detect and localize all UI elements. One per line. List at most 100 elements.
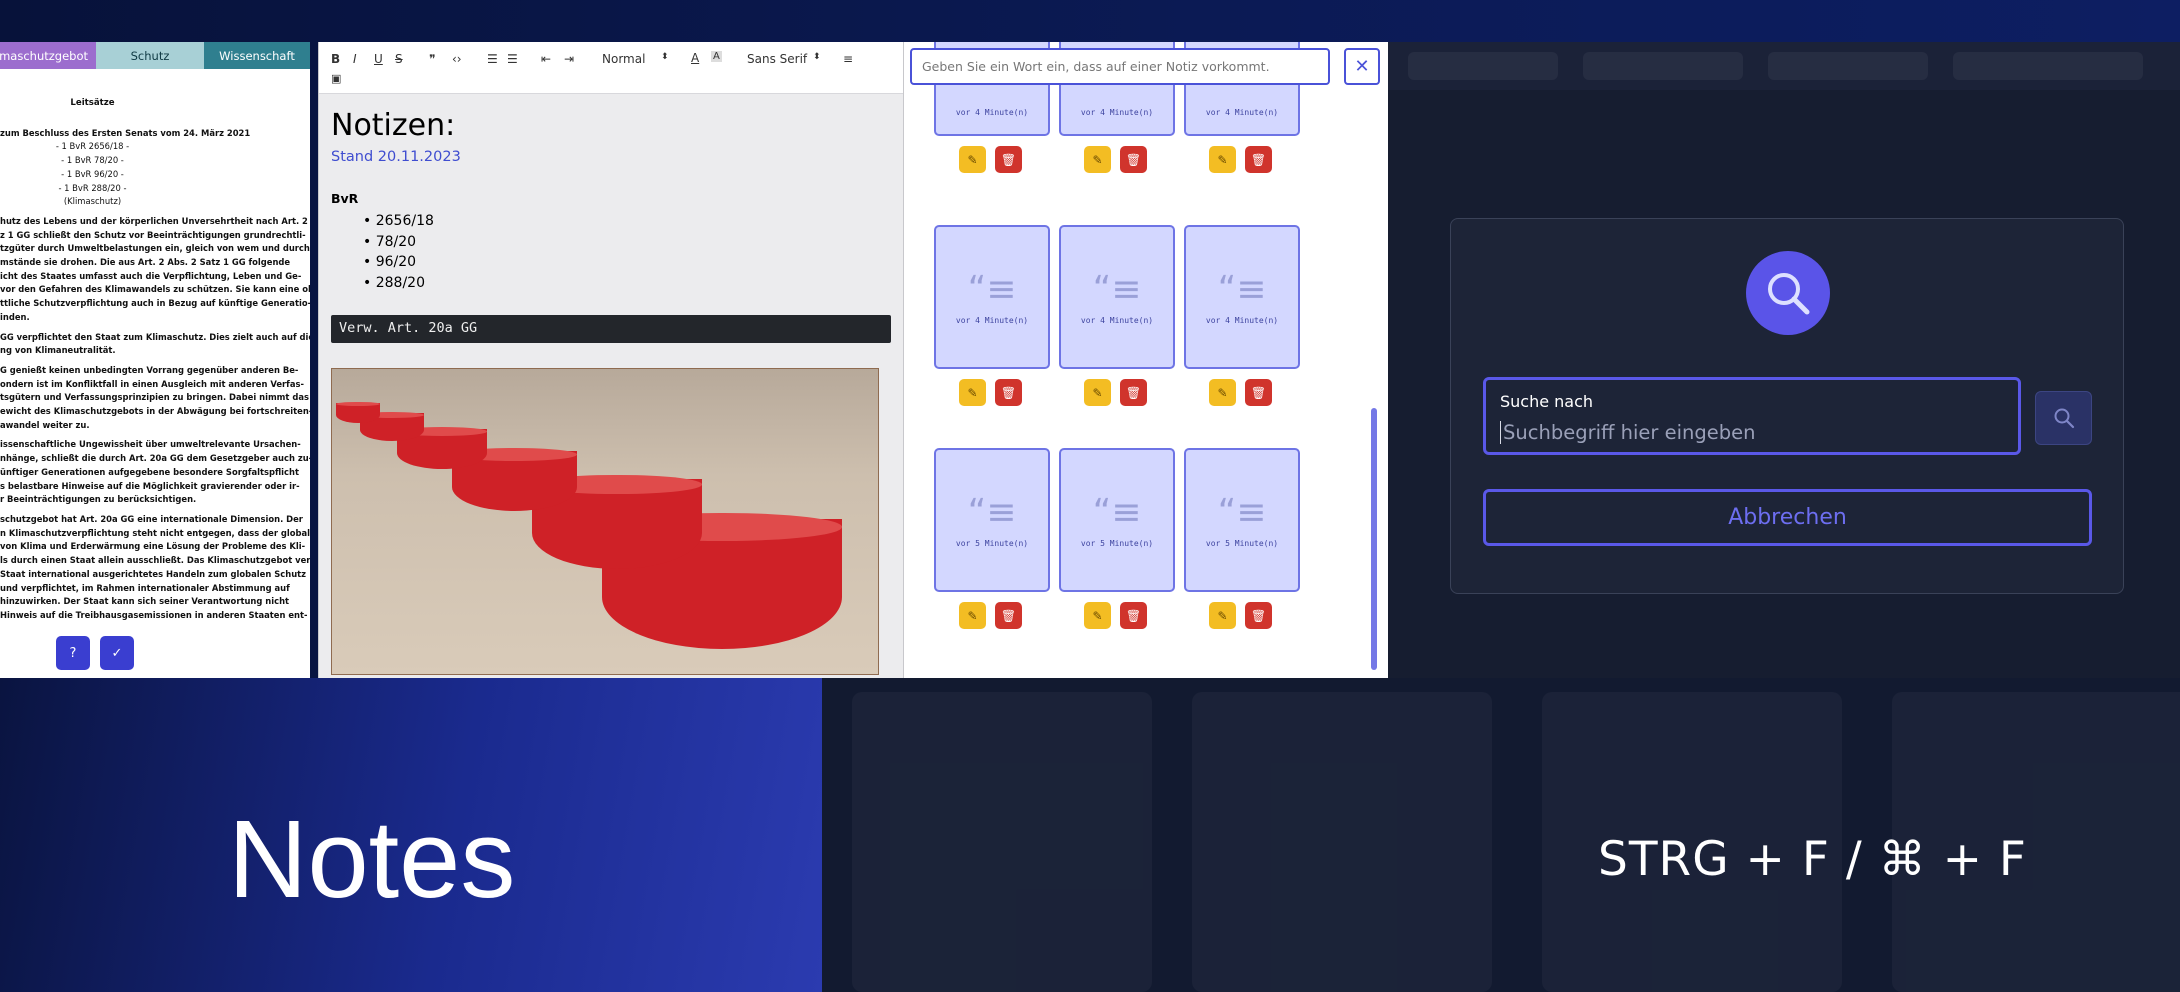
- list-item: 288/20: [363, 273, 891, 294]
- heading-select[interactable]: Normal: [602, 52, 645, 66]
- note-timestamp: vor 5 Minute(n): [1205, 538, 1279, 548]
- indent-icon[interactable]: ⇥: [564, 52, 574, 66]
- note-card[interactable]: “≡ vor 5 Minute(n): [1184, 448, 1300, 592]
- document-line: mstände sie drohen. Die aus Art. 2 Abs. …: [0, 257, 291, 268]
- edit-note-button[interactable]: ✎: [1084, 602, 1111, 629]
- document-lines: zum Beschluss des Ersten Senats vom 24. …: [0, 127, 310, 623]
- note-timestamp: vor 4 Minute(n): [1205, 107, 1279, 117]
- outdent-icon[interactable]: ⇤: [541, 52, 551, 66]
- list-item: 96/20: [363, 252, 891, 273]
- list-item: 2656/18: [363, 211, 891, 232]
- tab-klimaschutzgebot[interactable]: Klimaschutzgebot: [0, 42, 96, 69]
- note-card[interactable]: “≡ vor 5 Minute(n): [1059, 448, 1175, 592]
- document-line: GG verpflichtet den Staat zum Klimaschut…: [0, 331, 310, 342]
- text-color-icon[interactable]: A: [691, 51, 699, 65]
- cancel-button[interactable]: Abbrechen: [1483, 489, 2092, 546]
- scrollbar[interactable]: [1371, 408, 1377, 670]
- tab-schutz[interactable]: Schutz: [96, 42, 204, 69]
- quote-icon[interactable]: ❞: [429, 52, 435, 66]
- delete-note-button[interactable]: 🗑: [995, 379, 1022, 406]
- editor-content[interactable]: Notizen: Stand 20.11.2023 BvR 2656/18 78…: [319, 94, 903, 678]
- document-line: z 1 GG schließt den Schutz vor Beeinträc…: [0, 229, 306, 240]
- edit-note-button[interactable]: ✎: [959, 379, 986, 406]
- document-text: Leitsätze zum Beschluss des Ersten Senat…: [0, 97, 310, 623]
- italic-button[interactable]: I: [353, 52, 357, 66]
- photo-shape: [336, 402, 380, 423]
- underline-button[interactable]: U: [374, 52, 383, 66]
- note-card[interactable]: “≡ vor 5 Minute(n): [934, 448, 1050, 592]
- document-line: - 1 BvR 96/20 -: [61, 168, 124, 179]
- notes-panel: vor 4 Minute(n) ✎ 🗑 vor 4 Minute(n) ✎ 🗑 vor 4 …: [903, 42, 1388, 678]
- edit-note-button[interactable]: ✎: [1084, 379, 1111, 406]
- search-dialog: Suche nach Suchbegriff hier eingeben Abb…: [1450, 218, 2124, 594]
- close-icon: ✕: [1354, 56, 1370, 77]
- edit-note-button[interactable]: ✎: [1209, 602, 1236, 629]
- bullet-list-icon[interactable]: ☰: [507, 52, 518, 66]
- document-line: ls durch einen Staat allein ausschließt.…: [0, 555, 310, 566]
- search-input[interactable]: Suchbegriff hier eingeben: [1500, 421, 2004, 444]
- edit-note-button[interactable]: ✎: [959, 146, 986, 173]
- delete-note-button[interactable]: 🗑: [1245, 379, 1272, 406]
- shortcut-hint: STRG + F / ⌘ + F: [1598, 832, 2027, 887]
- document-heading: Leitsätze: [70, 98, 115, 108]
- document-line: awandel weiter zu.: [0, 419, 90, 430]
- help-button[interactable]: ?: [56, 636, 90, 670]
- notes-search-input[interactable]: Geben Sie ein Wort ein, dass auf einer N…: [910, 48, 1330, 85]
- document-line: ewicht des Klimaschutzgebots in der Abwä…: [0, 406, 310, 417]
- case-list: 2656/18 78/20 96/20 288/20: [331, 211, 891, 293]
- delete-note-button[interactable]: 🗑: [1120, 379, 1147, 406]
- document-line: s belastbare Hinweise auf die Möglichkei…: [0, 480, 300, 491]
- delete-note-button[interactable]: 🗑: [1245, 602, 1272, 629]
- note-title: Notizen:: [331, 108, 456, 143]
- delete-note-button[interactable]: 🗑: [1245, 146, 1272, 173]
- document-line: von Klima und Erderwärmung eine Lösung d…: [0, 541, 306, 552]
- search-icon: [1746, 251, 1830, 335]
- note-card[interactable]: “≡ vor 4 Minute(n): [934, 225, 1050, 369]
- list-heading: BvR: [331, 191, 359, 206]
- document-line: issenschaftliche Ungewissheit über umwel…: [0, 439, 301, 450]
- ordered-list-icon[interactable]: ☰: [487, 52, 498, 66]
- bold-button[interactable]: B: [331, 52, 340, 66]
- quote-icon: “≡: [1092, 268, 1142, 310]
- note-date: Stand 20.11.2023: [331, 149, 461, 165]
- delete-note-button[interactable]: 🗑: [995, 602, 1022, 629]
- strike-button[interactable]: S: [395, 52, 403, 66]
- delete-note-button[interactable]: 🗑: [1120, 146, 1147, 173]
- background-color-icon[interactable]: A: [711, 51, 722, 62]
- document-line: - 1 BvR 78/20 -: [61, 155, 124, 166]
- note-timestamp: vor 4 Minute(n): [1080, 107, 1154, 117]
- note-card[interactable]: “≡ vor 4 Minute(n): [1059, 225, 1175, 369]
- document-line: icht des Staates umfasst auch die Verpfl…: [0, 270, 302, 281]
- quote-icon: “≡: [1217, 491, 1267, 533]
- code-icon[interactable]: ‹›: [452, 52, 462, 66]
- help-icon: ?: [69, 645, 77, 661]
- document-line: nhänge, schließt die durch Art. 20a GG d…: [0, 453, 310, 464]
- note-timestamp: vor 4 Minute(n): [955, 107, 1029, 117]
- document-line: schutzgebot hat Art. 20a GG eine interna…: [0, 513, 303, 524]
- edit-note-button[interactable]: ✎: [1209, 146, 1236, 173]
- confirm-button[interactable]: ✓: [100, 636, 134, 670]
- document-line: Staat international ausgerichtetes Hande…: [0, 568, 307, 579]
- embedded-photo[interactable]: [331, 368, 879, 675]
- check-icon: ✓: [111, 645, 123, 661]
- edit-note-button[interactable]: ✎: [959, 602, 986, 629]
- font-select[interactable]: Sans Serif: [747, 52, 807, 66]
- note-card[interactable]: “≡ vor 4 Minute(n): [1184, 225, 1300, 369]
- search-button[interactable]: [2035, 391, 2092, 445]
- search-field[interactable]: Suche nach Suchbegriff hier eingeben: [1483, 377, 2021, 455]
- document-line: G genießt keinen unbedingten Vorrang geg…: [0, 364, 299, 375]
- image-icon[interactable]: ▣: [331, 72, 341, 85]
- search-field-label: Suche nach: [1500, 392, 1594, 411]
- note-timestamp: vor 4 Minute(n): [1205, 315, 1279, 325]
- delete-note-button[interactable]: 🗑: [995, 146, 1022, 173]
- delete-note-button[interactable]: 🗑: [1120, 602, 1147, 629]
- edit-note-button[interactable]: ✎: [1209, 379, 1236, 406]
- close-search-button[interactable]: ✕: [1344, 48, 1380, 85]
- dimmed-toolbar: [1388, 42, 2180, 90]
- document-line: ttliche Schutzverpflichtung auch in Bezu…: [0, 298, 310, 309]
- edit-note-button[interactable]: ✎: [1084, 146, 1111, 173]
- tab-wissenschaft[interactable]: Wissenschaft: [204, 42, 310, 69]
- align-icon[interactable]: ≡: [843, 52, 853, 66]
- tag-tabs: Klimaschutzgebot Schutz Wissenschaft: [0, 42, 310, 69]
- document-line: tzgüter durch Umweltbelastungen ein, gle…: [0, 243, 310, 254]
